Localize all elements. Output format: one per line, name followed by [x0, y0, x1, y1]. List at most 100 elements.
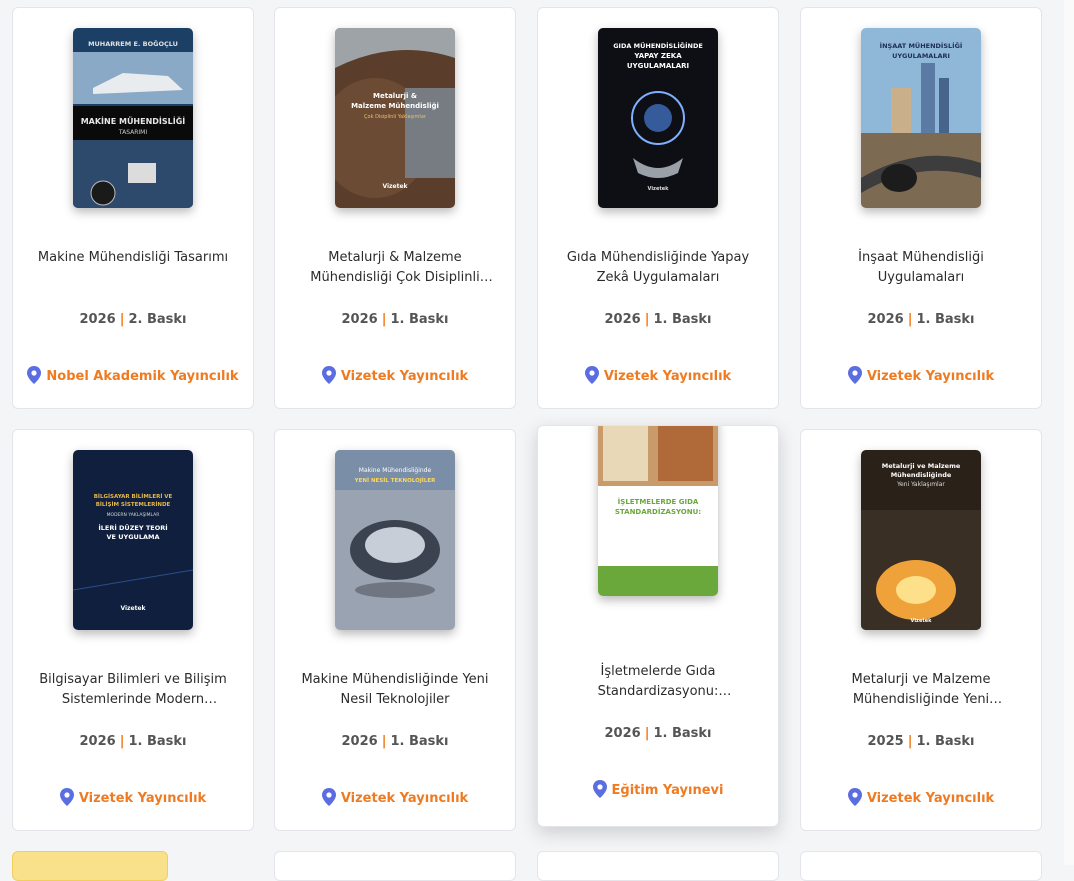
book-card[interactable]: İNŞAAT MÜHENDİSLİĞİ UYGULAMALARI İnşaat Mü…: [800, 7, 1042, 409]
cover-text: GIDA MÜHENDİSLİĞİNDE: [613, 41, 703, 50]
cover-text: YAPAY ZEKA: [633, 52, 682, 60]
book-edition: 1. Baskı: [916, 734, 975, 749]
book-cover-image[interactable]: Metalurji ve Malzeme Mühendisliğinde Yeni …: [861, 450, 981, 630]
cover-text: MUHARREM E. BOĞOÇLU: [88, 39, 178, 48]
location-pin-icon: [321, 366, 336, 384]
book-meta: 2026 | 1. Baskı: [538, 312, 778, 327]
book-cover-image[interactable]: Makine Mühendisliğinde YENİ NESİL TEKNOLO…: [335, 450, 455, 630]
meta-separator: |: [644, 312, 650, 327]
cover-text: Metalurji ve Malzeme: [882, 462, 961, 470]
book-meta: 2026 | 2. Baskı: [13, 312, 253, 327]
publisher-name: Vizetek Yayıncılık: [866, 791, 995, 806]
book-cover-image[interactable]: İŞLETMELERDE GIDA STANDARDİZASYONU:: [598, 426, 718, 596]
cover-text: Vizetek: [382, 183, 408, 190]
book-cover-wrap: Makine Mühendisliğinde YENİ NESİL TEKNOLO…: [275, 450, 515, 630]
book-publisher-link[interactable]: Nobel Akademik Yayıncılık: [13, 366, 253, 384]
book-cover-wrap: Metalurji & Malzeme Mühendisliği Çok Disip…: [275, 28, 515, 208]
book-publisher-link[interactable]: Vizetek Yayıncılık: [13, 788, 253, 806]
meta-separator: |: [119, 734, 125, 749]
book-edition: 1. Baskı: [128, 734, 187, 749]
book-card[interactable]: GIDA MÜHENDİSLİĞİNDE YAPAY ZEKA UYGULAMALA…: [537, 7, 779, 409]
cover-text: TASARIMI: [118, 129, 147, 136]
meta-separator: |: [907, 312, 913, 327]
book-year: 2026: [604, 726, 641, 741]
book-edition: 2. Baskı: [128, 312, 187, 327]
book-title[interactable]: Makine Mühendisliği Tasarımı: [31, 248, 235, 268]
book-publisher-link[interactable]: Vizetek Yayıncılık: [275, 788, 515, 806]
book-cover-wrap: BİLGİSAYAR BİLİMLERİ VE BİLİŞİM SİSTEMLER…: [13, 450, 253, 630]
book-publisher-link[interactable]: Vizetek Yayıncılık: [275, 366, 515, 384]
location-pin-icon: [27, 366, 42, 384]
book-edition: 1. Baskı: [653, 312, 712, 327]
meta-separator: |: [381, 312, 387, 327]
partial-card[interactable]: [537, 851, 779, 881]
book-cover-image[interactable]: GIDA MÜHENDİSLİĞİNDE YAPAY ZEKA UYGULAMALA…: [598, 28, 718, 208]
publisher-name: Vizetek Yayıncılık: [603, 369, 732, 384]
meta-separator: |: [119, 312, 125, 327]
book-card[interactable]: MUHARREM E. BOĞOÇLU MAKİNE MÜHENDİSLİĞİ TA…: [12, 7, 254, 409]
partial-card[interactable]: [800, 851, 1042, 881]
book-title[interactable]: Gıda Mühendisliğinde Yapay Zekâ Uygulama…: [556, 248, 760, 288]
book-title[interactable]: Metalurji & Malzeme Mühendisliği Çok Dis…: [293, 248, 497, 288]
book-cover-image[interactable]: BİLGİSAYAR BİLİMLERİ VE BİLİŞİM SİSTEMLER…: [73, 450, 193, 630]
meta-separator: |: [907, 734, 913, 749]
book-cover-wrap: GIDA MÜHENDİSLİĞİNDE YAPAY ZEKA UYGULAMALA…: [538, 28, 778, 208]
partial-card[interactable]: [12, 851, 168, 881]
book-cover-wrap: İŞLETMELERDE GIDA STANDARDİZASYONU:: [538, 426, 778, 596]
book-card[interactable]: Makine Mühendisliğinde YENİ NESİL TEKNOLO…: [274, 429, 516, 831]
cover-text: Metalurji &: [373, 92, 417, 100]
book-cover-image[interactable]: MUHARREM E. BOĞOÇLU MAKİNE MÜHENDİSLİĞİ TA…: [73, 28, 193, 208]
book-title[interactable]: Makine Mühendisliğinde Yeni Nesil Teknol…: [293, 670, 497, 710]
location-pin-icon: [584, 366, 599, 384]
book-edition: 1. Baskı: [390, 734, 449, 749]
cover-text: UYGULAMALARI: [892, 52, 950, 60]
publisher-name: Eğitim Yayınevi: [611, 783, 724, 798]
book-title[interactable]: İnşaat Mühendisliği Uygulamaları: [819, 248, 1023, 288]
book-year: 2026: [79, 312, 116, 327]
book-title[interactable]: İşletmelerde Gıda Standardizasyonu: Kavr…: [556, 662, 760, 702]
book-publisher-link[interactable]: Vizetek Yayıncılık: [801, 366, 1041, 384]
cover-text: UYGULAMALARI: [627, 62, 689, 70]
publisher-name: Vizetek Yayıncılık: [866, 369, 995, 384]
book-card[interactable]: BİLGİSAYAR BİLİMLERİ VE BİLİŞİM SİSTEMLER…: [12, 429, 254, 831]
book-meta: 2026 | 1. Baskı: [13, 734, 253, 749]
book-year: 2025: [867, 734, 904, 749]
location-pin-icon: [321, 788, 336, 806]
cover-text: Vizetek: [648, 186, 670, 192]
book-title[interactable]: Metalurji ve Malzeme Mühendisliğinde Yen…: [819, 670, 1023, 710]
location-pin-icon: [847, 366, 862, 384]
book-card[interactable]: Metalurji & Malzeme Mühendisliği Çok Disip…: [274, 7, 516, 409]
cover-art: İNŞAAT MÜHENDİSLİĞİ UYGULAMALARI: [861, 28, 981, 208]
partial-card[interactable]: [274, 851, 516, 881]
book-cover-wrap: MUHARREM E. BOĞOÇLU MAKİNE MÜHENDİSLİĞİ TA…: [13, 28, 253, 208]
publisher-name: Vizetek Yayıncılık: [340, 791, 469, 806]
cover-art: Metalurji & Malzeme Mühendisliği Çok Disip…: [335, 28, 455, 208]
cover-text: İNŞAAT MÜHENDİSLİĞİ: [880, 41, 963, 50]
book-edition: 1. Baskı: [390, 312, 449, 327]
scrollbar-track[interactable]: [1064, 0, 1074, 865]
cover-art: BİLGİSAYAR BİLİMLERİ VEBİLİŞİM SİSTEMLER…: [73, 450, 193, 630]
book-cover-image[interactable]: İNŞAAT MÜHENDİSLİĞİ UYGULAMALARI: [861, 28, 981, 208]
book-meta: 2025 | 1. Baskı: [801, 734, 1041, 749]
cover-text: Çok Disiplinli Yaklaşımlar: [364, 114, 427, 120]
book-edition: 1. Baskı: [916, 312, 975, 327]
cover-art: MUHARREM E. BOĞOÇLU MAKİNE MÜHENDİSLİĞİ TA…: [73, 28, 193, 208]
book-publisher-link[interactable]: Vizetek Yayıncılık: [538, 366, 778, 384]
location-pin-icon: [847, 788, 862, 806]
book-card[interactable]: Metalurji ve Malzeme Mühendisliğinde Yeni …: [800, 429, 1042, 831]
book-year: 2026: [867, 312, 904, 327]
book-card[interactable]: İŞLETMELERDE GIDA STANDARDİZASYONU: İşletm…: [537, 425, 779, 827]
book-publisher-link[interactable]: Vizetek Yayıncılık: [801, 788, 1041, 806]
book-year: 2026: [341, 312, 378, 327]
cover-text: BİLİŞİM SİSTEMLERİNDE: [96, 501, 171, 508]
book-cover-image[interactable]: Metalurji & Malzeme Mühendisliği Çok Disip…: [335, 28, 455, 208]
book-meta: 2026 | 1. Baskı: [275, 734, 515, 749]
book-publisher-link[interactable]: Eğitim Yayınevi: [538, 780, 778, 798]
publisher-name: Vizetek Yayıncılık: [340, 369, 469, 384]
book-year: 2026: [341, 734, 378, 749]
publisher-name: Vizetek Yayıncılık: [78, 791, 207, 806]
book-title[interactable]: Bilgisayar Bilimleri ve Bilişim Sistemle…: [31, 670, 235, 710]
cover-art: Metalurji ve MalzemeMühendisliğinde Yeni …: [861, 450, 981, 630]
cover-text: STANDARDİZASYONU:: [615, 507, 701, 516]
cover-text: MAKİNE MÜHENDİSLİĞİ: [81, 115, 186, 126]
